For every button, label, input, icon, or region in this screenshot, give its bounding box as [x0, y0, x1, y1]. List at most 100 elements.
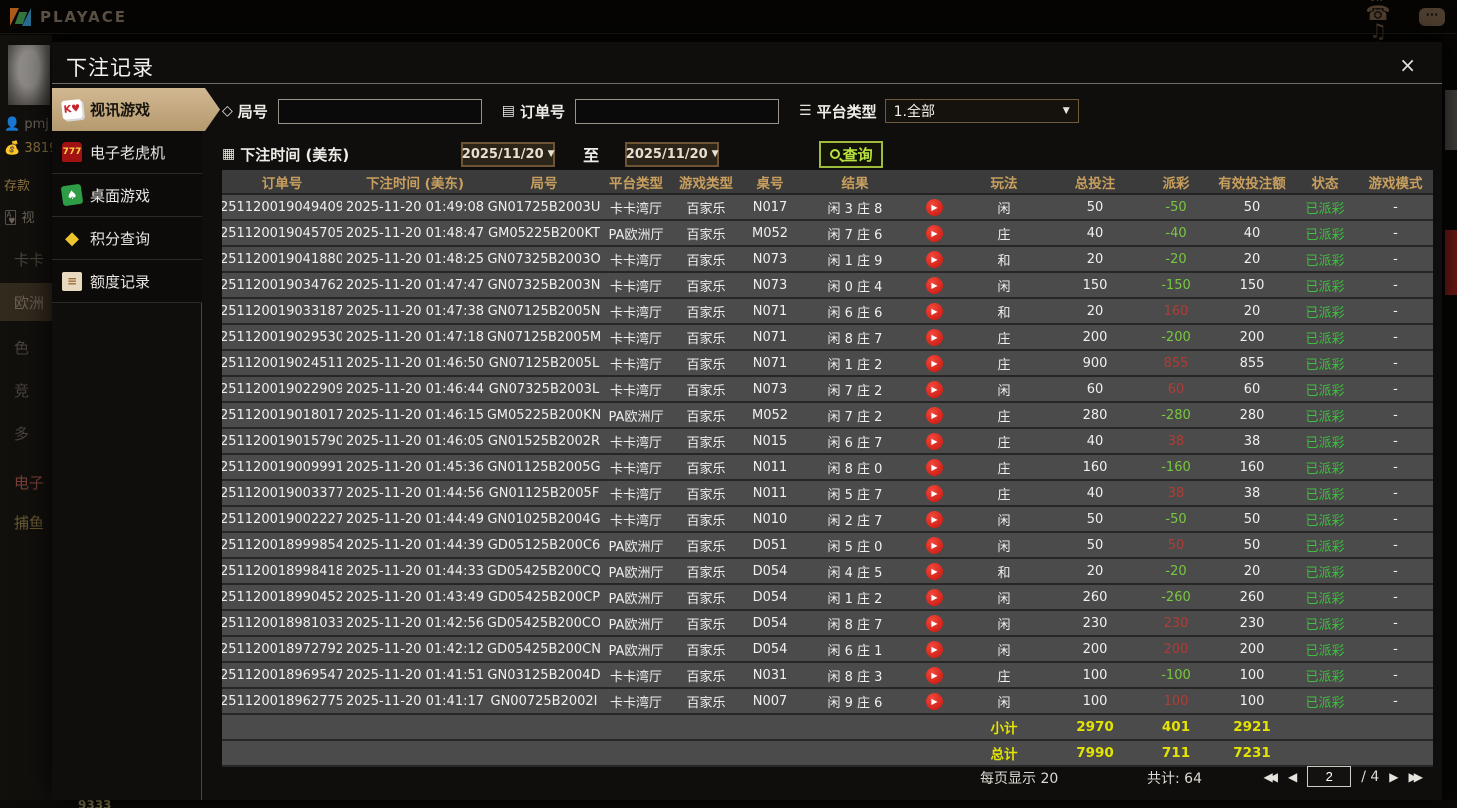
- search-button[interactable]: 查询: [819, 140, 884, 168]
- cell-play-type: 闲: [997, 617, 1011, 633]
- background-nav-item: 欧洲: [0, 283, 52, 321]
- replay-icon[interactable]: ▶: [925, 458, 943, 476]
- sidebar-item[interactable]: K♥ 视讯游戏: [52, 88, 220, 131]
- background-deposit-button: 存款: [4, 179, 31, 194]
- cell-valid-bet: 38: [1243, 485, 1261, 501]
- dialog-sidebar: K♥ 视讯游戏 777 电子老虎机 ♠ 桌面游戏 ◆ 积分查询 ≡ 额度记录: [52, 88, 202, 800]
- sidebar-item[interactable]: ≡ 额度记录: [52, 260, 202, 303]
- dialog-title: 下注记录: [66, 56, 154, 80]
- cell-platform: 卡卡湾厅: [609, 331, 662, 347]
- cell-total-bet: 40: [1086, 485, 1104, 501]
- replay-icon[interactable]: ▶: [925, 562, 943, 580]
- page-number-input[interactable]: [1307, 766, 1352, 787]
- cell-payout: 38: [1167, 433, 1185, 449]
- cell-game-type: 百家乐: [686, 669, 726, 685]
- replay-icon[interactable]: ▶: [925, 250, 943, 268]
- replay-icon[interactable]: ▶: [925, 380, 943, 398]
- cell-table-no: D054: [752, 641, 788, 657]
- cell-order-id: 251120019045705: [222, 225, 342, 241]
- replay-icon[interactable]: ▶: [925, 692, 943, 710]
- replay-icon[interactable]: ▶: [925, 640, 943, 658]
- replay-icon[interactable]: ▶: [925, 432, 943, 450]
- col-header-result: 结果: [841, 175, 869, 192]
- chat-icon[interactable]: ···: [1419, 8, 1445, 26]
- cell-payout: -150: [1161, 277, 1191, 293]
- replay-icon[interactable]: ▶: [925, 536, 943, 554]
- cell-platform: PA欧洲厅: [608, 617, 664, 633]
- first-page-icon[interactable]: ◀◀: [1264, 770, 1279, 784]
- last-page-icon[interactable]: ▶▶: [1409, 770, 1424, 784]
- replay-icon[interactable]: ▶: [925, 198, 943, 216]
- sidebar-item-icon: ≡: [62, 271, 82, 291]
- replay-icon[interactable]: ▶: [925, 666, 943, 684]
- cell-platform: PA欧洲厅: [608, 643, 664, 659]
- cell-table-no: N071: [752, 303, 788, 319]
- replay-icon[interactable]: ▶: [925, 302, 943, 320]
- round-number-input[interactable]: [277, 98, 482, 124]
- replay-icon[interactable]: ▶: [925, 484, 943, 502]
- cell-valid-bet: 50: [1243, 199, 1261, 215]
- col-header-payout: 派彩: [1162, 175, 1190, 192]
- cell-platform: 卡卡湾厅: [609, 461, 662, 477]
- cell-round-id: GM05225B200KT: [488, 225, 600, 241]
- background-username: 👤 pmj: [4, 117, 49, 132]
- cell-platform: PA欧洲厅: [608, 539, 664, 555]
- close-icon[interactable]: ×: [1399, 55, 1416, 75]
- table-row: 251120019033187 2025-11-20 01:47:38 GN07…: [222, 299, 1433, 325]
- replay-icon[interactable]: ▶: [925, 406, 943, 424]
- sidebar-item-icon: ♠: [60, 183, 84, 207]
- date-from-select[interactable]: 2025/11/20 ▼: [461, 141, 556, 167]
- replay-icon[interactable]: ▶: [925, 354, 943, 372]
- cell-payout: 100: [1163, 693, 1189, 709]
- col-header-status: 状态: [1311, 175, 1339, 192]
- replay-icon[interactable]: ▶: [925, 276, 943, 294]
- cell-payout: -40: [1165, 225, 1187, 241]
- brand-logo[interactable]: PLAYACE: [10, 6, 127, 28]
- date-to-select[interactable]: 2025/11/20 ▼: [625, 141, 720, 167]
- cell-status: 已派彩: [1305, 591, 1345, 607]
- cell-platform: 卡卡湾厅: [609, 487, 662, 503]
- cell-round-id: GN01725B2003U: [488, 199, 600, 215]
- sidebar-item[interactable]: 777 电子老虎机: [52, 131, 202, 174]
- replay-icon[interactable]: ▶: [925, 614, 943, 632]
- cell-table-no: M052: [751, 225, 789, 241]
- cell-round-id: GN07125B2005L: [488, 355, 600, 371]
- cell-valid-bet: 20: [1243, 303, 1261, 319]
- replay-icon[interactable]: ▶: [925, 510, 943, 528]
- cell-result: 闲 1 庄 2: [827, 357, 883, 373]
- order-number-label: 订单号: [520, 102, 566, 121]
- sidebar-item[interactable]: ◆ 积分查询: [52, 217, 202, 260]
- col-header-round: 局号: [530, 175, 558, 192]
- cell-table-no: N010: [752, 511, 788, 527]
- prev-page-icon[interactable]: ◀: [1288, 770, 1297, 784]
- replay-icon[interactable]: ▶: [925, 224, 943, 242]
- cell-valid-bet: 260: [1239, 589, 1265, 605]
- cell-status: 已派彩: [1305, 435, 1345, 451]
- bet-time-label: 下注时间 (美东): [240, 145, 350, 164]
- order-number-input[interactable]: [575, 98, 780, 124]
- next-page-icon[interactable]: ▶: [1389, 770, 1398, 784]
- cell-result: 闲 2 庄 7: [827, 513, 883, 529]
- to-label: 至: [583, 146, 600, 165]
- cell-result: 闲 8 庄 7: [827, 331, 883, 347]
- replay-icon[interactable]: ▶: [925, 588, 943, 606]
- cell-bet-time: 2025-11-20 01:41:51: [345, 667, 485, 683]
- cell-result: 闲 9 庄 6: [827, 695, 883, 711]
- cell-bet-time: 2025-11-20 01:47:38: [345, 303, 485, 319]
- cell-bet-time: 2025-11-20 01:48:25: [345, 251, 485, 267]
- cell-valid-bet: 20: [1243, 251, 1261, 267]
- playace-logo-icon: [10, 6, 32, 28]
- cell-bet-time: 2025-11-20 01:44:33: [345, 563, 485, 579]
- background-nav-item: 卡卡: [14, 250, 45, 269]
- platform-type-select[interactable]: 1.全部 ▼: [884, 99, 1079, 123]
- sidebar-item[interactable]: ♠ 桌面游戏: [52, 174, 202, 217]
- cell-game-type: 百家乐: [686, 383, 726, 399]
- background-nav-item: 色: [14, 338, 30, 357]
- top-bar: PLAYACE ♛ VIP ☎ ♫ ⚙: [0, 0, 1457, 59]
- cell-round-id: GN07125B2005M: [488, 329, 600, 345]
- cell-total-bet: 20: [1086, 303, 1104, 319]
- replay-icon[interactable]: ▶: [925, 328, 943, 346]
- cell-platform: PA欧洲厅: [608, 227, 664, 243]
- cell-play-type: 庄: [997, 435, 1011, 451]
- table-row: 251120019041880 2025-11-20 01:48:25 GN07…: [222, 247, 1433, 273]
